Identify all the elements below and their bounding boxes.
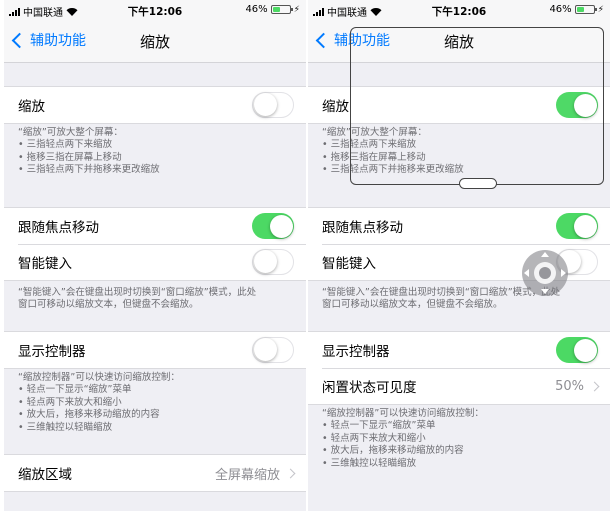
note-line: “缩放”可放大整个屏幕：: [18, 127, 123, 138]
chevron-right-icon: [285, 468, 296, 478]
note-line: • 三指轻点两下来缩放: [18, 139, 113, 151]
note-line: • 轻点一下显示“缩放”菜单: [322, 420, 436, 432]
battery-percent: 46%: [549, 4, 572, 15]
smart-typing-label: 智能键入: [322, 256, 376, 272]
zoom-controller-button[interactable]: [522, 250, 568, 296]
smart-typing-row: 智能键入: [4, 244, 306, 280]
idle-visibility-row[interactable]: 闲置状态可见度 50%: [308, 368, 610, 404]
zoom-toggle[interactable]: [252, 92, 294, 118]
toggle-knob: [269, 214, 293, 238]
toggle-knob: [573, 214, 597, 238]
note-line: • 拖移三指在屏幕上移动: [18, 151, 122, 163]
controller-group: 显示控制器: [4, 331, 306, 369]
smart-typing-toggle[interactable]: [252, 249, 294, 275]
note-line: “缩放控制器”可以快速访问缩放控制：: [18, 372, 180, 383]
note-line: • 三维触控以轻瞄缩放: [18, 421, 113, 433]
note-line: “智能键入”会在键盘出现时切换到“窗口缩放”模式，此处: [18, 287, 257, 298]
follow-focus-toggle[interactable]: [252, 213, 294, 239]
zoom-label: 缩放: [18, 99, 45, 115]
follow-focus-row: 跟随焦点移动: [308, 208, 610, 244]
show-controller-label: 显示控制器: [322, 344, 390, 360]
note-line: “缩放控制器”可以快速访问缩放控制：: [322, 408, 484, 419]
show-controller-row: 显示控制器: [308, 332, 610, 368]
note-line: • 轻点两下来放大和缩小: [322, 432, 426, 444]
zoom-region-value: 全屏幕缩放: [214, 467, 280, 483]
charging-icon: ⚡: [293, 4, 300, 15]
note-line: • 轻点两下来放大和缩小: [18, 396, 122, 408]
status-bar: 中国联通 下午12:06 46% ⚡: [4, 0, 306, 20]
arrow-left-icon: [524, 269, 529, 277]
focus-typing-group: 跟随焦点移动 智能键入: [4, 207, 306, 281]
idle-visibility-label: 闲置状态可见度: [322, 380, 417, 396]
zoom-region-label: 缩放区域: [18, 467, 72, 483]
follow-focus-toggle[interactable]: [556, 213, 598, 239]
chevron-right-icon: [589, 381, 600, 391]
controller-note: “缩放控制器”可以快速访问缩放控制： • 轻点一下显示“缩放”菜单 • 轻点两下…: [18, 372, 296, 434]
follow-focus-row: 跟随焦点移动: [4, 208, 306, 244]
navigation-bar: 辅助功能 缩放: [4, 20, 306, 63]
arrow-up-icon: [541, 252, 549, 257]
note-line: • 轻点一下显示“缩放”菜单: [18, 384, 132, 396]
controller-joystick-icon: [534, 262, 556, 284]
note-line: • 三指轻点两下并拖移来更改缩放: [18, 164, 160, 176]
show-controller-toggle[interactable]: [252, 337, 294, 363]
toggle-knob: [254, 93, 277, 116]
zoom-window-frame[interactable]: [350, 27, 604, 185]
zoom-region-row[interactable]: 缩放区域 全屏幕缩放: [4, 455, 306, 491]
controller-group: 显示控制器 闲置状态可见度 50%: [308, 331, 610, 405]
toggle-knob: [254, 338, 277, 361]
idle-visibility-value: 50%: [555, 378, 584, 394]
battery-icon: [574, 5, 597, 14]
note-line: • 放大后，拖移来移动缩放的内容: [18, 409, 160, 421]
show-controller-label: 显示控制器: [18, 344, 86, 360]
follow-focus-label: 跟随焦点移动: [18, 220, 99, 236]
note-line: • 放大后，拖移来移动缩放的内容: [322, 445, 464, 457]
follow-focus-label: 跟随焦点移动: [322, 220, 403, 236]
zoom-window-handle[interactable]: [459, 178, 497, 189]
zoom-group: 缩放: [4, 86, 306, 124]
note-line: 窗口可移动以缩放文本，但键盘不会缩放。: [18, 299, 199, 311]
smart-typing-label: 智能键入: [18, 256, 72, 272]
smart-typing-note: “智能键入”会在键盘出现时切换到“窗口缩放”模式，此处 窗口可移动以缩放文本，但…: [18, 287, 296, 312]
zoom-region-group: 缩放区域 全屏幕缩放: [4, 454, 306, 492]
charging-icon: ⚡: [597, 4, 604, 15]
toggle-knob: [254, 250, 277, 273]
arrow-right-icon: [561, 269, 566, 277]
battery-percent: 46%: [245, 4, 268, 15]
page-title: 缩放: [139, 33, 170, 51]
status-bar: 中国联通 下午12:06 46% ⚡: [308, 0, 610, 20]
arrow-down-icon: [541, 289, 549, 294]
controller-note: “缩放控制器”可以快速访问缩放控制： • 轻点一下显示“缩放”菜单 • 轻点两下…: [322, 408, 600, 470]
show-controller-row: 显示控制器: [4, 332, 306, 368]
show-controller-toggle[interactable]: [556, 337, 598, 363]
battery-icon: [270, 5, 293, 14]
note-line: 窗口可移动以缩放文本，但键盘不会缩放。: [322, 299, 503, 311]
phone-screen-left: 中国联通 下午12:06 46% ⚡ 辅助功能 缩放 缩放 “缩放”可放大整个屏…: [4, 0, 306, 511]
note-line: • 三维触控以轻瞄缩放: [322, 457, 417, 469]
zoom-note: “缩放”可放大整个屏幕： • 三指轻点两下来缩放 • 拖移三指在屏幕上移动 • …: [18, 127, 296, 177]
toggle-knob: [573, 338, 597, 362]
zoom-row: 缩放: [4, 87, 306, 123]
zoom-label: 缩放: [322, 99, 349, 115]
